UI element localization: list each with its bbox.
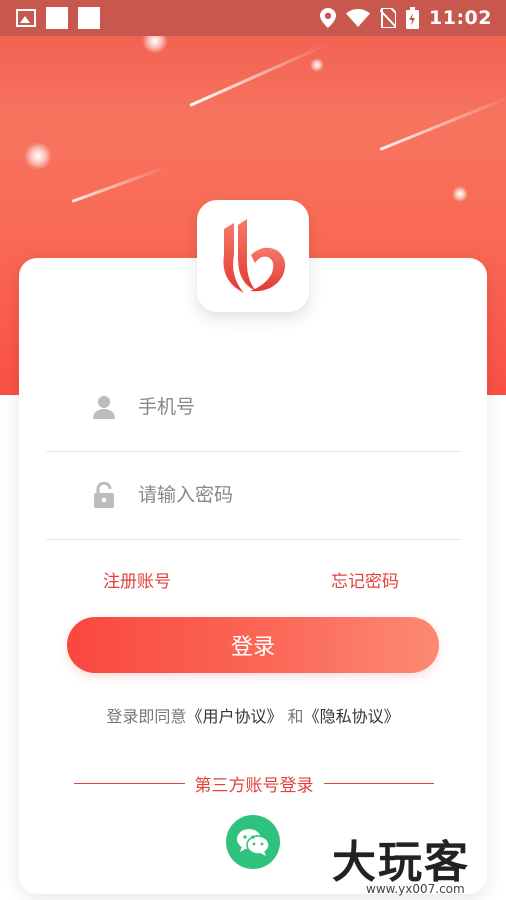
meteor-decoration [379, 95, 506, 151]
star-decoration [24, 142, 52, 170]
agreement-text: 登录即同意《用户协议》 和《隐私协议》 [0, 703, 506, 727]
agreement-prefix: 登录即同意 [106, 707, 187, 726]
star-decoration [452, 186, 468, 202]
third-party-label: 第三方账号登录 [194, 775, 314, 796]
location-icon [320, 8, 337, 28]
clock: 11:02 [429, 7, 492, 29]
notification-square-icon [46, 7, 68, 29]
forgot-password-link[interactable]: 忘记密码 [331, 567, 399, 592]
meteor-decoration [71, 165, 167, 203]
gallery-notification-icon [16, 9, 36, 27]
status-bar: 11:02 [0, 0, 506, 36]
lock-icon [90, 481, 118, 509]
wechat-icon [237, 829, 270, 856]
star-decoration [310, 58, 324, 72]
phone-field [46, 363, 460, 452]
wifi-icon [346, 9, 371, 27]
password-field [46, 451, 460, 540]
person-icon [90, 393, 118, 421]
third-party-divider: 第三方账号登录 [74, 770, 434, 796]
battery-icon [406, 7, 420, 29]
agreement-and: 和 [287, 707, 304, 726]
watermark: 大玩客 www.yx007.com [330, 826, 506, 900]
no-sim-icon [380, 8, 397, 28]
user-agreement-link[interactable]: 《用户协议》 [186, 707, 282, 726]
app-logo [197, 200, 309, 312]
watermark-title: 大玩客 [332, 837, 470, 888]
notification-square-icon [78, 7, 100, 29]
login-card [19, 258, 487, 894]
wechat-login-button[interactable] [226, 815, 280, 869]
privacy-policy-link[interactable]: 《隐私协议》 [304, 707, 400, 726]
divider-line [323, 782, 434, 784]
register-link[interactable]: 注册账号 [103, 567, 171, 592]
watermark-url: www.yx007.com [366, 882, 465, 896]
logo-icon [223, 219, 286, 293]
password-input[interactable] [136, 483, 440, 507]
login-button[interactable]: 登录 [67, 617, 439, 673]
divider-line [74, 782, 185, 784]
phone-input[interactable] [136, 395, 440, 419]
meteor-decoration [189, 43, 328, 107]
